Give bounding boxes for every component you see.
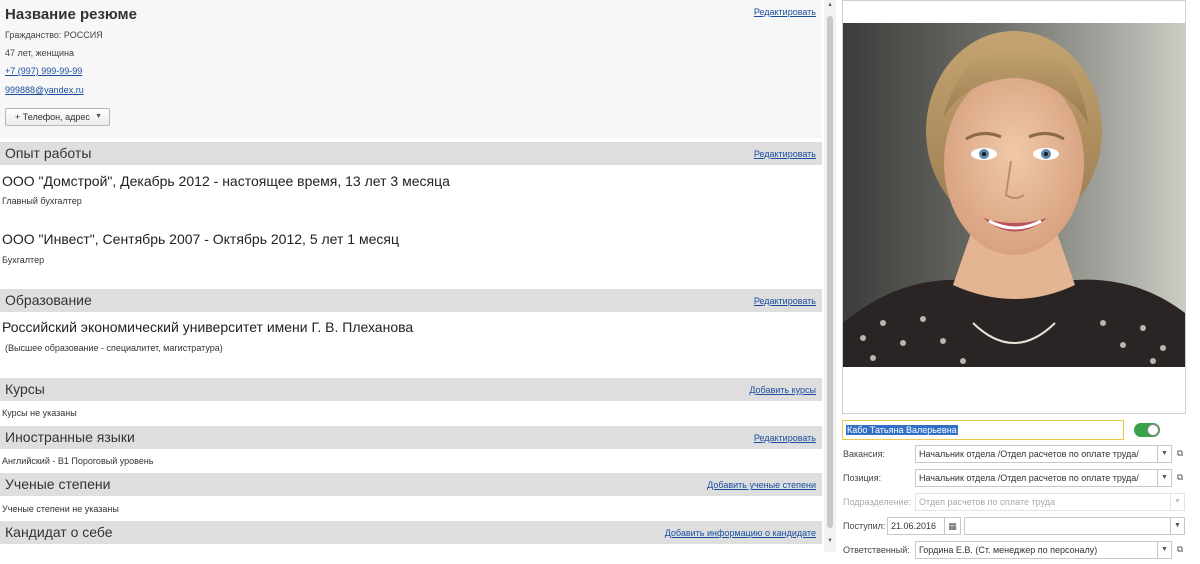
phone-address-button-label: + Телефон, адрес xyxy=(15,112,90,122)
position-dropdown-icon[interactable]: ▼ xyxy=(1158,469,1172,487)
candidate-photo-image xyxy=(843,23,1185,367)
vacancy-open-icon[interactable]: ⧉ xyxy=(1173,445,1187,463)
languages-title: Иностранные языки xyxy=(5,429,135,445)
languages-text: Английский - В1 Пороговый уровень xyxy=(2,456,154,466)
calendar-icon[interactable]: ▦ xyxy=(945,517,961,535)
received-date-field[interactable]: 21.06.2016 xyxy=(887,517,945,535)
responsible-open-icon[interactable]: ⧉ xyxy=(1173,541,1187,559)
degrees-text: Ученые степени не указаны xyxy=(2,504,119,514)
education-title: Образование xyxy=(5,292,92,308)
position-label: Позиция: xyxy=(843,473,882,483)
vacancy-label: Вакансия: xyxy=(843,449,886,459)
education-item-level: (Высшее образование - специалитет, магис… xyxy=(5,343,223,353)
resume-header: Название резюме Редактировать Гражданств… xyxy=(0,0,822,138)
add-degrees-link[interactable]: Добавить ученые степени xyxy=(707,480,816,490)
vacancy-field[interactable]: Начальник отдела /Отдел расчетов по опла… xyxy=(915,445,1158,463)
education-item-title: Российский экономический университет име… xyxy=(2,319,414,335)
add-courses-link[interactable]: Добавить курсы xyxy=(749,385,816,395)
courses-section-header: Курсы Добавить курсы xyxy=(0,378,822,401)
experience-item-position: Бухгалтер xyxy=(2,255,45,265)
experience-edit-link[interactable]: Редактировать xyxy=(754,149,816,159)
candidate-name-field[interactable]: Кабо Татьяна Валерьевна xyxy=(842,420,1124,440)
received-label: Поступил: xyxy=(843,521,886,531)
received-extra-field[interactable] xyxy=(964,517,1171,535)
responsible-dropdown-icon[interactable]: ▼ xyxy=(1158,541,1172,559)
experience-item-position: Главный бухгалтер xyxy=(2,196,82,206)
languages-edit-link[interactable]: Редактировать xyxy=(754,433,816,443)
experience-section-header: Опыт работы Редактировать xyxy=(0,142,822,165)
experience-item-title: ООО "Инвест", Сентябрь 2007 - Октябрь 20… xyxy=(2,231,399,247)
experience-item-title: ООО "Домстрой", Декабрь 2012 - настоящее… xyxy=(2,173,450,189)
courses-title: Курсы xyxy=(5,381,45,397)
responsible-field[interactable]: Гордина Е.В. (Ст. менеджер по персоналу) xyxy=(915,541,1158,559)
department-label: Подразделение: xyxy=(843,497,912,507)
resume-panel: Название резюме Редактировать Гражданств… xyxy=(0,0,824,564)
candidate-panel: Кабо Татьяна Валерьевна Вакансия: Началь… xyxy=(838,0,1200,564)
position-field[interactable]: Начальник отдела /Отдел расчетов по опла… xyxy=(915,469,1158,487)
chevron-down-icon: ▼ xyxy=(95,113,102,120)
position-open-icon[interactable]: ⧉ xyxy=(1173,469,1187,487)
received-extra-dropdown-icon[interactable]: ▼ xyxy=(1171,517,1185,535)
email-link[interactable]: 999888@yandex.ru xyxy=(5,85,84,95)
scroll-thumb[interactable] xyxy=(827,16,833,528)
languages-section-header: Иностранные языки Редактировать xyxy=(0,426,822,449)
scroll-up-arrow-icon[interactable]: ▲ xyxy=(824,2,836,10)
toggle-knob xyxy=(1147,424,1159,436)
vertical-scrollbar[interactable]: ▲ ▼ xyxy=(824,0,836,552)
phone-link[interactable]: +7 (997) 999-99-99 xyxy=(5,66,82,76)
courses-text: Курсы не указаны xyxy=(2,408,77,418)
degrees-section-header: Ученые степени Добавить ученые степени xyxy=(0,473,822,496)
resume-title: Название резюме xyxy=(5,6,137,23)
candidate-photo[interactable] xyxy=(843,23,1185,367)
department-field: Отдел расчетов по оплате труда xyxy=(915,493,1171,511)
phone-address-button[interactable]: + Телефон, адрес ▼ xyxy=(5,108,110,126)
responsible-label: Ответственный: xyxy=(843,545,910,555)
education-section-header: Образование Редактировать xyxy=(0,289,822,312)
education-edit-link[interactable]: Редактировать xyxy=(754,296,816,306)
citizenship-text: Гражданство: РОССИЯ xyxy=(5,30,103,40)
add-about-link[interactable]: Добавить информацию о кандидате xyxy=(665,528,816,538)
experience-title: Опыт работы xyxy=(5,145,92,161)
photo-frame xyxy=(842,0,1186,414)
vacancy-dropdown-icon[interactable]: ▼ xyxy=(1158,445,1172,463)
scroll-down-arrow-icon[interactable]: ▼ xyxy=(824,538,836,546)
edit-header-link[interactable]: Редактировать xyxy=(754,7,816,17)
department-dropdown-icon: ▼ xyxy=(1171,493,1185,511)
degrees-title: Ученые степени xyxy=(5,476,111,492)
about-title: Кандидат о себе xyxy=(5,524,113,540)
about-section-header: Кандидат о себе Добавить информацию о ка… xyxy=(0,521,822,544)
candidate-name-text: Кабо Татьяна Валерьевна xyxy=(846,425,958,435)
age-gender-text: 47 лет, женщина xyxy=(5,48,74,58)
active-toggle[interactable] xyxy=(1134,423,1160,437)
